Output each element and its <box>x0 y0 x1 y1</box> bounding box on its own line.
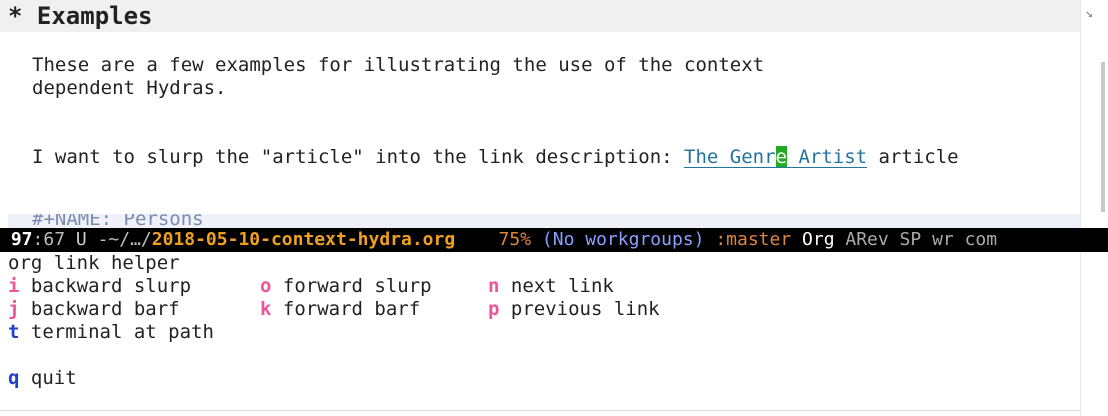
hydra-label-p: previous link <box>510 298 660 320</box>
hydra-label-j: backward barf <box>30 298 180 320</box>
modeline-workgroups[interactable]: (No workgroups) <box>542 229 705 250</box>
continuation-arrow-icon: ↘ <box>1085 6 1093 21</box>
modeline-percent: 75% <box>498 229 532 250</box>
text-cursor: e <box>775 146 787 168</box>
hydra-head-q[interactable]: q quit <box>8 367 77 389</box>
hydra-head-o[interactable]: o forward slurp <box>260 275 432 297</box>
modeline-path: -~/…/ <box>97 229 152 250</box>
hydra-key-o[interactable]: o <box>260 275 271 297</box>
hydra-head-k[interactable]: k forward barf <box>260 298 420 320</box>
paragraph-line-2: dependent Hydras. <box>32 77 227 99</box>
org-link[interactable]: The Genre Artist <box>684 146 867 168</box>
link-text-after-cursor[interactable]: Artist <box>787 146 867 168</box>
hydra-head-j[interactable]: j backward barf <box>8 298 180 320</box>
slurp-prefix: I want to slurp the "article" into the l… <box>32 146 685 168</box>
hydra-label-k: forward barf <box>282 298 421 320</box>
modeline-filename[interactable]: 2018-05-10-context-hydra.org <box>152 229 455 250</box>
org-heading[interactable]: * Examples <box>8 2 153 30</box>
name-keyword-text: #+NAME: Persons <box>32 214 204 228</box>
hydra-head-i[interactable]: i backward slurp <box>8 275 191 297</box>
bottom-divider <box>0 410 1080 416</box>
modeline-column: :67 <box>32 229 66 250</box>
slurp-line: I want to slurp the "article" into the l… <box>32 146 959 168</box>
hydra-label-t: terminal at path <box>30 321 214 343</box>
hydra-key-q[interactable]: q <box>8 367 19 389</box>
mode-line: 97:67 U -~/…/2018-05-10-context-hydra.or… <box>0 228 1108 252</box>
modeline-major-mode[interactable]: Org <box>802 229 835 250</box>
hydra-key-n[interactable]: n <box>488 275 499 297</box>
org-heading-bar: * Examples <box>0 0 1080 32</box>
link-text-before-cursor[interactable]: The Genr <box>684 146 776 168</box>
hydra-key-t[interactable]: t <box>8 321 19 343</box>
hydra-key-p[interactable]: p <box>488 298 499 320</box>
hydra-head-p[interactable]: p previous link <box>488 298 660 320</box>
hydra-key-k[interactable]: k <box>260 298 271 320</box>
paragraph-line-1: These are a few examples for illustratin… <box>32 54 765 76</box>
hydra-key-i[interactable]: i <box>8 275 19 297</box>
hydra-head-t[interactable]: t terminal at path <box>8 321 214 343</box>
modeline-minor-modes[interactable]: ARev SP wr com <box>845 229 997 250</box>
hydra-label-i: backward slurp <box>30 275 192 297</box>
scrollbar-thumb[interactable] <box>1101 62 1105 212</box>
modeline-encoding[interactable]: U <box>65 229 98 250</box>
modeline-line-number: 97 <box>10 229 33 250</box>
hydra-label-n: next link <box>510 275 614 297</box>
name-keyword-line: #+NAME: Persons <box>8 214 1080 228</box>
hydra-head-n[interactable]: n next link <box>488 275 614 297</box>
hydra-label-q: quit <box>30 367 77 389</box>
hydra-key-j[interactable]: j <box>8 298 19 320</box>
hydra-title: org link helper <box>8 252 180 274</box>
slurp-suffix: article <box>867 146 959 168</box>
hydra-label-o: forward slurp <box>282 275 432 297</box>
modeline-git-branch[interactable]: :master <box>715 229 791 250</box>
